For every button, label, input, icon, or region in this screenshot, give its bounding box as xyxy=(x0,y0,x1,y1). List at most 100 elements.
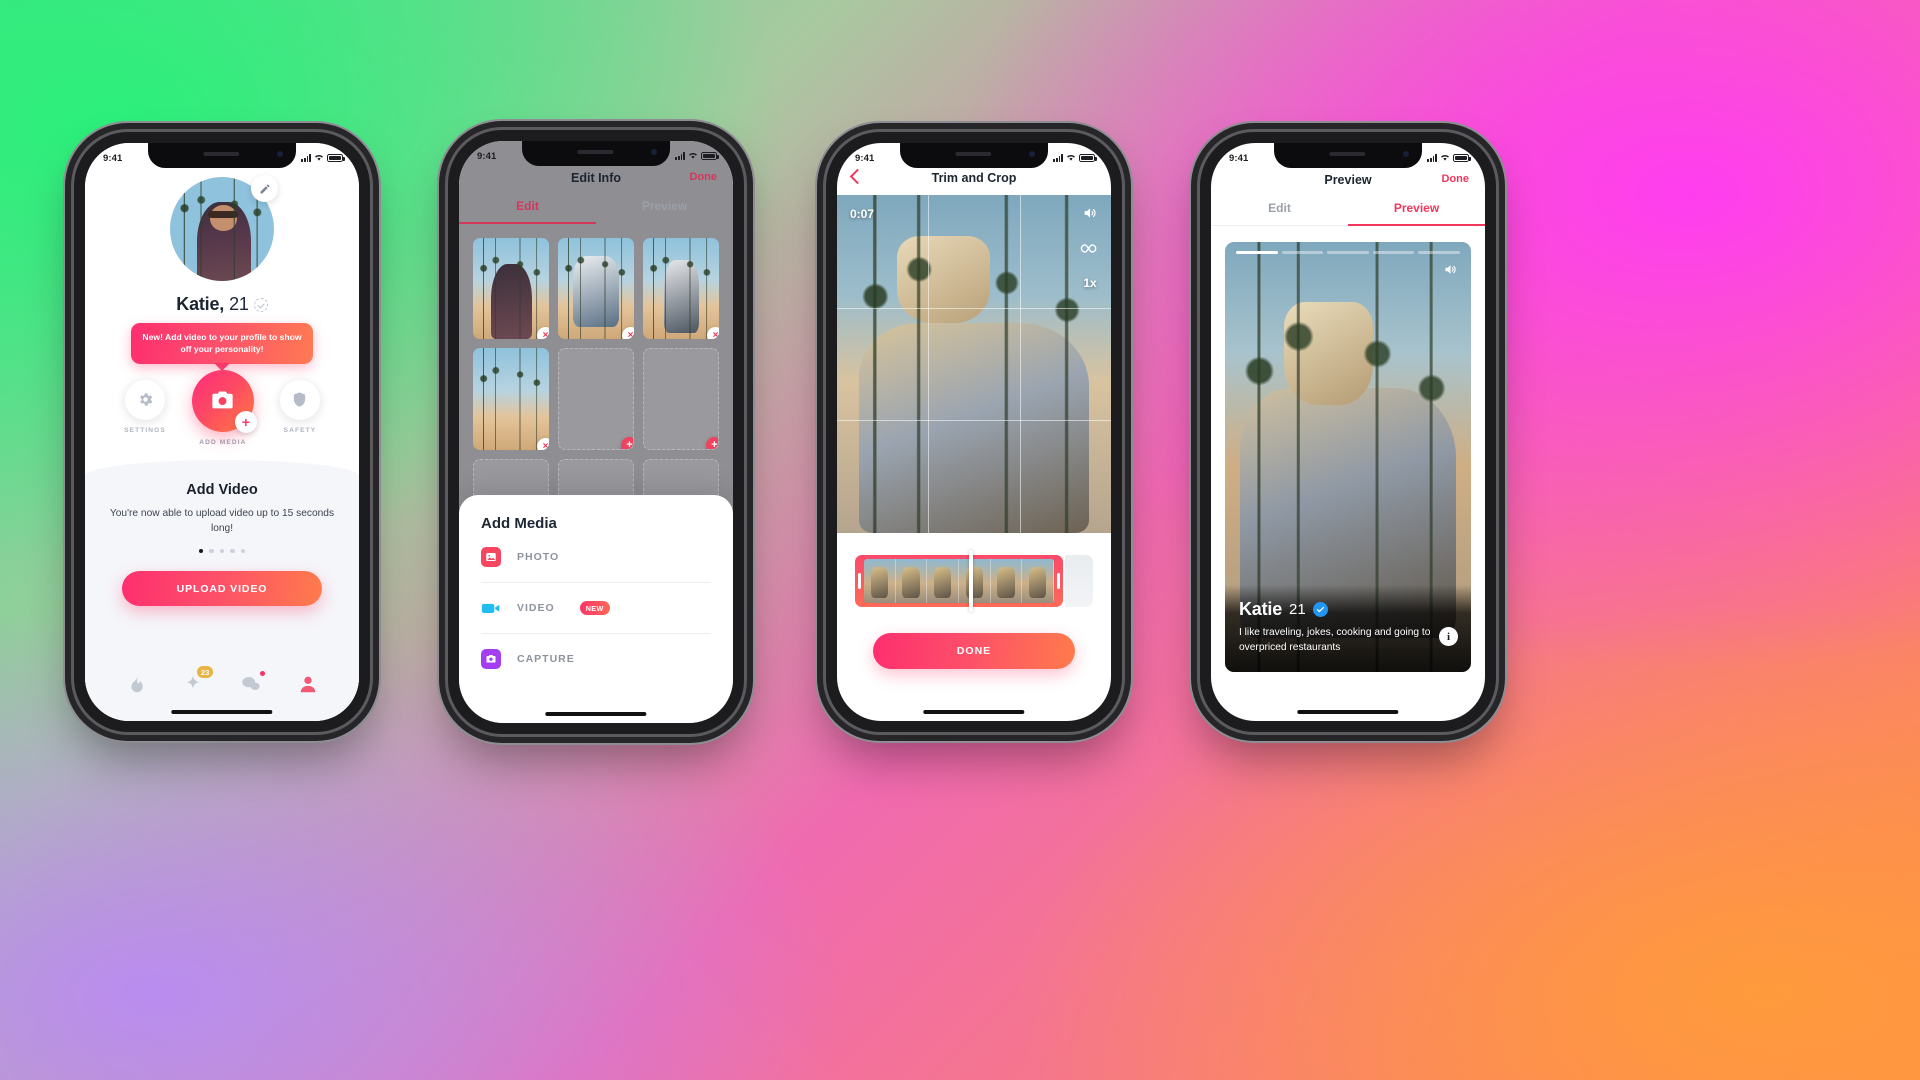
carousel-dots[interactable] xyxy=(107,548,337,553)
trim-handle-left[interactable] xyxy=(858,573,861,589)
tab-edit[interactable]: Edit xyxy=(1211,201,1348,225)
media-cell-4[interactable]: × xyxy=(473,348,549,450)
video-controls: 1x xyxy=(1080,205,1100,290)
menu-item-video[interactable]: VIDEO NEW xyxy=(481,583,711,634)
edit-preview-tabs: Edit Preview xyxy=(1211,201,1485,226)
playhead[interactable] xyxy=(969,550,973,612)
tab-preview[interactable]: Preview xyxy=(596,199,733,224)
front-camera xyxy=(1402,151,1409,157)
info-icon[interactable]: i xyxy=(1439,627,1458,646)
settings-button[interactable]: SETTINGS xyxy=(124,379,166,434)
media-cell-6[interactable]: + xyxy=(643,348,719,450)
done-button[interactable]: Done xyxy=(1442,173,1470,185)
wifi-icon xyxy=(1066,154,1076,162)
progress-segment-2[interactable] xyxy=(1281,251,1324,254)
home-indicator xyxy=(1297,709,1399,714)
battery-icon xyxy=(327,154,345,162)
remove-media-4[interactable]: × xyxy=(537,437,549,450)
dot-5[interactable] xyxy=(240,548,246,553)
gear-icon xyxy=(139,393,152,406)
safety-button[interactable]: SAFETY xyxy=(279,379,320,434)
screen-preview: 9:41 Preview Done Edit Preview Katie 21 … xyxy=(1211,143,1485,721)
wifi-icon xyxy=(1440,154,1450,162)
add-media-circle[interactable]: + xyxy=(191,369,257,433)
timeline-section: DONE xyxy=(837,533,1111,669)
media-cell-3[interactable]: × xyxy=(643,238,719,340)
dot-3[interactable] xyxy=(219,548,225,553)
remove-media-2[interactable]: × xyxy=(622,327,634,340)
verification-pending-icon[interactable] xyxy=(253,297,268,312)
add-video-body: You're now able to upload video up to 15… xyxy=(109,507,335,535)
add-media-6[interactable]: + xyxy=(706,436,718,449)
trim-handle-right[interactable] xyxy=(1057,573,1060,589)
profile-info-overlay: Katie 21 I like traveling, jokes, cookin… xyxy=(1225,585,1471,672)
screen-edit-info: 9:41 Edit Info Done Edit Preview × × × ×… xyxy=(459,141,733,723)
pencil-icon xyxy=(260,184,269,193)
avatar-sunglasses xyxy=(208,211,238,218)
capture-icon xyxy=(481,649,501,669)
media-cell-5[interactable]: + xyxy=(558,348,634,450)
avatar-subject xyxy=(197,201,252,281)
story-progress[interactable] xyxy=(1236,251,1460,254)
flame-icon xyxy=(131,674,143,693)
progress-segment-5[interactable] xyxy=(1418,251,1460,254)
loop-icon[interactable] xyxy=(1080,242,1100,260)
done-button[interactable]: Done xyxy=(690,171,718,183)
blue-check-icon xyxy=(1312,602,1328,618)
tab-flame[interactable] xyxy=(125,673,147,695)
photo-icon xyxy=(481,547,501,567)
menu-item-capture[interactable]: CAPTURE xyxy=(481,634,711,684)
tab-profile[interactable] xyxy=(297,673,319,695)
signal-icon xyxy=(301,154,311,162)
remove-media-1[interactable]: × xyxy=(537,327,549,340)
video-timeline[interactable] xyxy=(855,550,1093,612)
media-cell-1[interactable]: × xyxy=(473,238,549,340)
profile-bio: I like traveling, jokes, cooking and goi… xyxy=(1239,627,1431,654)
menu-item-photo[interactable]: PHOTO xyxy=(481,532,711,583)
profile-name: Katie, xyxy=(176,294,225,314)
tab-chat[interactable] xyxy=(240,671,265,695)
progress-segment-3[interactable] xyxy=(1327,251,1369,254)
profile-age: 21 xyxy=(1289,601,1306,619)
upload-video-button[interactable]: UPLOAD VIDEO xyxy=(122,571,322,606)
profile-preview-card[interactable]: Katie 21 I like traveling, jokes, cookin… xyxy=(1225,242,1471,672)
notch xyxy=(1274,143,1422,168)
done-button[interactable]: DONE xyxy=(873,633,1075,669)
remove-media-3[interactable]: × xyxy=(707,327,719,340)
speaker-grille xyxy=(1329,152,1366,156)
camera-icon xyxy=(212,391,234,409)
speaker-grille xyxy=(203,152,240,156)
sheet-title: Add Media xyxy=(481,515,557,532)
timeline-remainder[interactable] xyxy=(1065,555,1093,607)
edit-avatar-button[interactable] xyxy=(251,175,278,202)
speed-icon[interactable]: 1x xyxy=(1083,276,1096,290)
phone-profile: 9:41 Katie, 21 New! Add video to your pr… xyxy=(74,132,370,732)
tab-star[interactable]: 23 xyxy=(182,666,214,695)
progress-segment-4[interactable] xyxy=(1372,251,1415,254)
video-icon xyxy=(481,598,501,618)
avatar-wrapper[interactable] xyxy=(170,175,278,281)
dot-4[interactable] xyxy=(230,548,235,553)
dot-2[interactable] xyxy=(209,548,214,553)
notch xyxy=(522,141,670,166)
safety-label: SAFETY xyxy=(283,426,317,434)
trim-selection[interactable] xyxy=(855,555,1063,607)
add-video-title: Add Video xyxy=(186,481,258,498)
shield-icon xyxy=(294,392,306,407)
tab-preview[interactable]: Preview xyxy=(1348,201,1485,226)
filmstrip xyxy=(864,559,1054,603)
tab-edit[interactable]: Edit xyxy=(459,199,596,224)
profile-age: 21 xyxy=(229,294,249,314)
progress-segment-1[interactable] xyxy=(1236,251,1278,254)
phone-preview: 9:41 Preview Done Edit Preview Katie 21 … xyxy=(1200,132,1496,732)
dot-1[interactable] xyxy=(198,548,204,553)
video-preview[interactable]: 0:07 1x xyxy=(837,195,1111,533)
speaker-icon[interactable] xyxy=(1442,262,1459,282)
add-media-button[interactable]: + ADD MEDIA xyxy=(191,369,257,446)
speaker-icon[interactable] xyxy=(1081,205,1099,226)
add-media-5[interactable]: + xyxy=(621,436,633,449)
settings-label: SETTINGS xyxy=(124,426,166,434)
media-cell-2[interactable]: × xyxy=(558,238,634,340)
wifi-icon xyxy=(314,154,324,162)
photo-label: PHOTO xyxy=(517,551,560,563)
